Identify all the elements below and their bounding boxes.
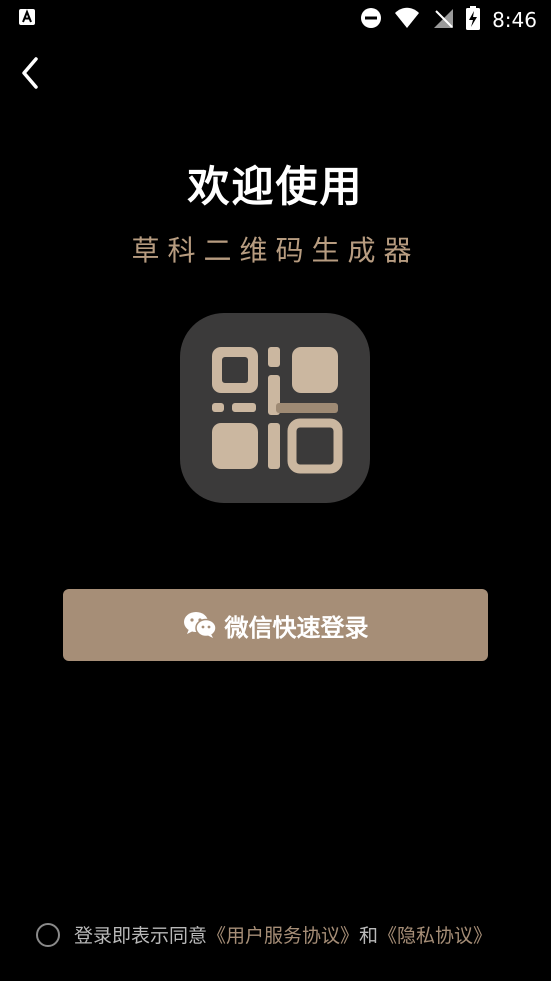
agreement-text: 登录即表示同意《用户服务协议》和《隐私协议》 — [74, 921, 492, 948]
wechat-login-button[interactable]: 微信快速登录 — [63, 589, 488, 661]
agreement-and: 和 — [359, 925, 379, 947]
wifi-icon — [394, 7, 420, 33]
wechat-icon — [183, 612, 217, 638]
wechat-login-label: 微信快速登录 — [224, 613, 369, 642]
dnd-icon — [360, 7, 382, 33]
page-title: 欢迎使用 — [187, 162, 364, 211]
app-logo — [180, 313, 370, 503]
agreement-row: 登录即表示同意《用户服务协议》和《隐私协议》 — [36, 921, 492, 948]
back-chevron-icon — [22, 57, 38, 89]
notification-a-icon — [18, 8, 36, 30]
back-button[interactable] — [16, 55, 48, 91]
qr-logo-icon — [212, 347, 343, 474]
privacy-link[interactable]: 《隐私协议》 — [378, 925, 492, 947]
battery-charging-icon — [466, 6, 481, 34]
agreement-prefix: 登录即表示同意 — [74, 925, 208, 947]
app-subtitle: 草科二维码生成器 — [131, 234, 420, 267]
terms-link[interactable]: 《用户服务协议》 — [207, 925, 359, 947]
agreement-checkbox[interactable] — [36, 922, 60, 947]
status-bar: 8:46 — [0, 0, 551, 38]
no-sim-icon — [432, 7, 454, 33]
status-time: 8:46 — [492, 8, 537, 32]
